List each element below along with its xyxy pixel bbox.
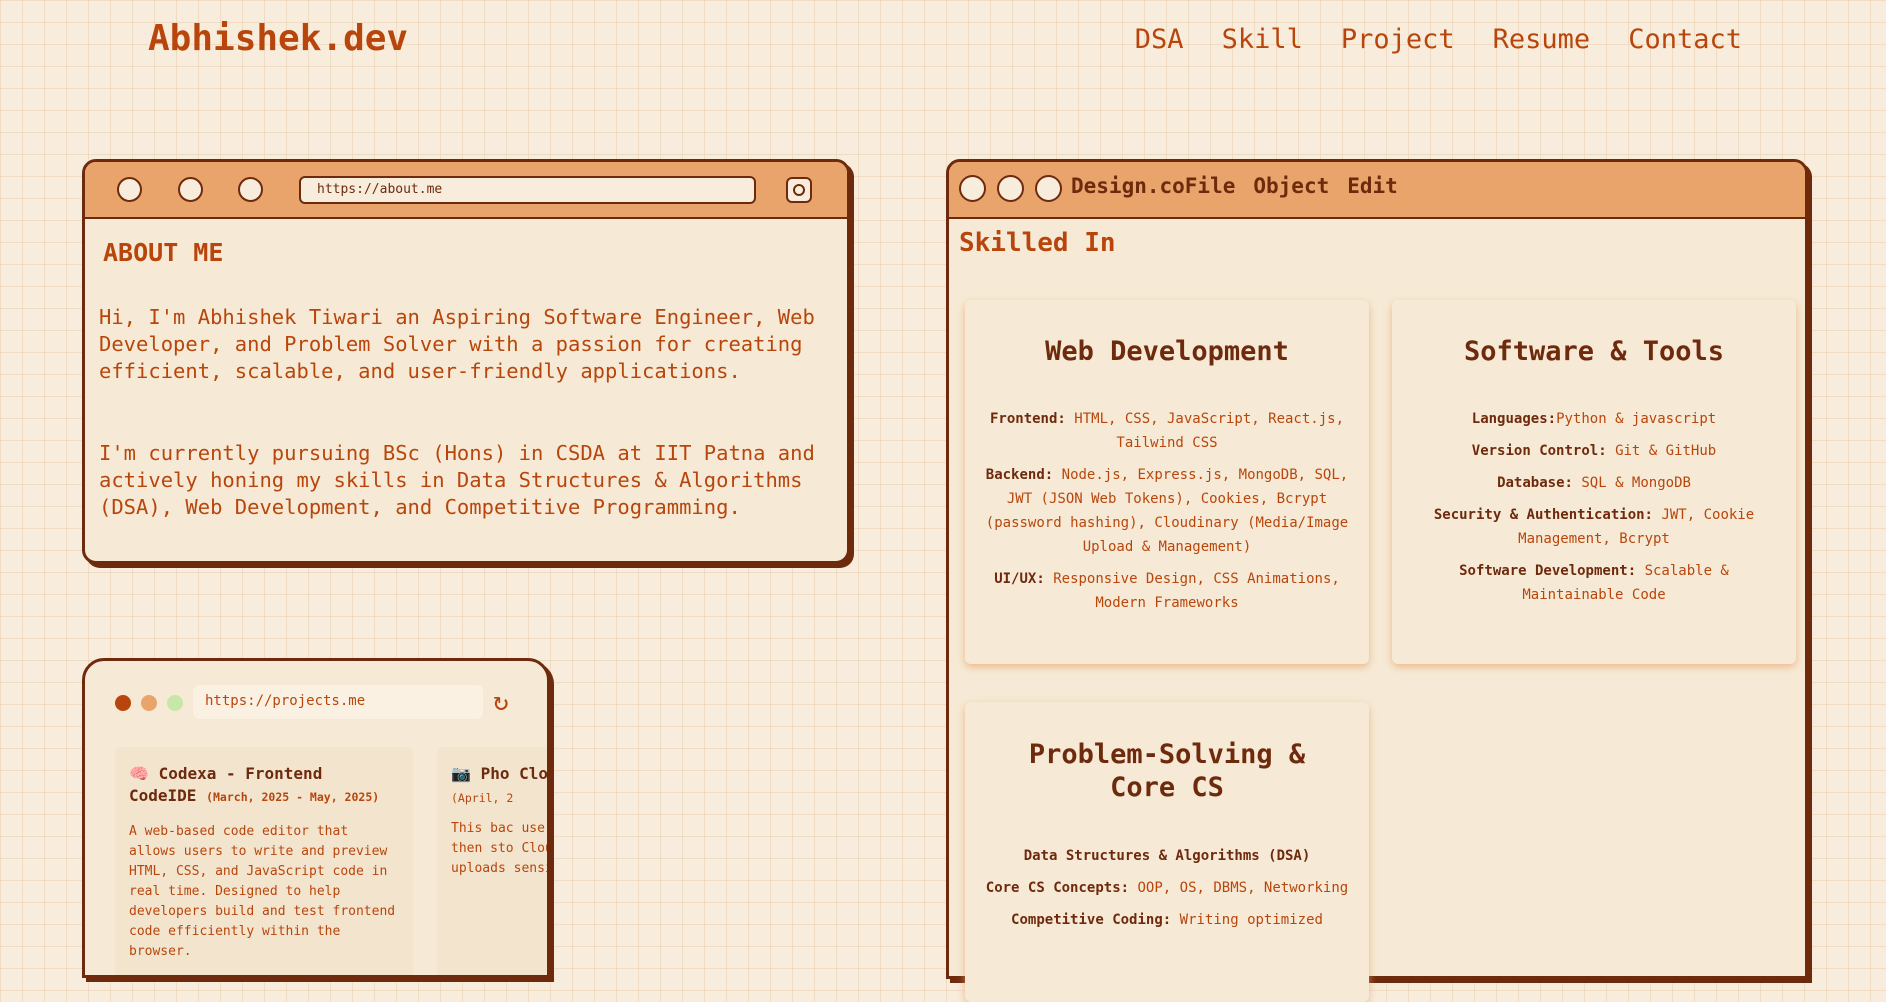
skills-heading: Skilled In [959,228,1116,258]
about-url-bar[interactable]: https://about.me [299,176,756,204]
skill-card-title: Software & Tools [1463,336,1725,367]
window-close-icon[interactable] [115,695,131,711]
app-menu: Design.coFile Object Edit [1071,174,1398,198]
skill-card-web: Web Development Frontend: HTML, CSS, Jav… [965,300,1369,664]
menu-file[interactable]: Design.coFile [1071,174,1235,198]
skill-value: Writing optimized [1179,912,1323,928]
skill-card-cs: Problem-Solving & Core CS Data Structure… [965,702,1369,1002]
menu-edit[interactable]: Edit [1347,174,1398,198]
skill-card-title: Web Development [1045,336,1289,367]
skill-value: HTML, CSS, JavaScript, React.js, Tailwin… [1074,411,1344,451]
skill-label: Core CS Concepts: [985,880,1130,896]
projects-url-bar[interactable]: https://projects.me [193,685,483,719]
brain-icon: 🧠 [129,764,149,783]
about-heading: ABOUT ME [103,238,224,267]
skills-window-titlebar: Design.coFile Object Edit [949,162,1805,219]
project-date: (April, 2 [451,791,514,805]
window-button-icon[interactable] [997,175,1024,202]
about-paragraph-education: I'm currently pursuing BSc (Hons) in CSD… [99,441,815,519]
reload-icon[interactable]: ↻ [493,689,509,715]
projects-window: https://projects.me ↻ 🧠 Codexa - Fronten… [82,658,550,978]
camera-icon[interactable] [786,177,812,203]
skill-label: Frontend: [989,411,1066,427]
camera-icon: 📷 [451,764,471,783]
window-button-icon[interactable] [178,177,203,202]
skill-value: SQL & MongoDB [1581,475,1691,491]
skill-card-title: Problem-Solving & Core CS [1028,739,1306,803]
window-button-icon[interactable] [238,177,263,202]
window-minimize-icon[interactable] [141,695,157,711]
skill-card-tools: Software & Tools Languages:Python & java… [1392,300,1796,664]
menu-object[interactable]: Object [1253,174,1329,198]
project-card[interactable]: 🧠 Codexa - Frontend CodeIDE (March, 2025… [115,747,413,975]
skill-value: Git & GitHub [1615,443,1717,459]
skill-value: Responsive Design, CSS Animations, Moder… [1053,571,1340,611]
window-maximize-icon[interactable] [167,695,183,711]
about-paragraph-intro: Hi, I'm Abhishek Tiwari an Aspiring Soft… [99,305,815,383]
nav-link-project[interactable]: Project [1341,24,1455,55]
skill-label: Version Control: [1471,443,1607,459]
project-card[interactable]: 📷 Pho Cloudi (April, 2 This bac users to… [437,747,550,975]
skill-label: Security & Authentication: [1433,507,1653,523]
nav-link-dsa[interactable]: DSA [1135,24,1184,55]
skill-label: Backend: [985,467,1054,483]
skill-value: OOP, OS, DBMS, Networking [1137,880,1349,896]
skill-label: UI/UX: [994,571,1045,587]
about-window-titlebar: https://about.me [85,162,847,219]
window-button-icon[interactable] [959,175,986,202]
skill-label: Data Structures & Algorithms (DSA) [1023,848,1311,864]
nav-link-resume[interactable]: Resume [1493,24,1591,55]
site-logo[interactable]: Abhishek.dev [148,18,408,59]
window-button-icon[interactable] [117,177,142,202]
skill-label: Software Development: [1459,563,1637,579]
window-button-icon[interactable] [1035,175,1062,202]
skill-label: Database: [1497,475,1573,491]
project-description: A web-based code editor that allows user… [129,824,396,959]
skill-value: Python & javascript [1556,411,1717,427]
about-window: https://about.me ABOUT ME Hi, I'm Abhish… [82,159,850,564]
skill-label: Competitive Coding: [1011,912,1172,928]
skill-label: Languages: [1471,411,1557,427]
nav-link-contact[interactable]: Contact [1628,24,1742,55]
project-date: (March, 2025 - May, 2025) [206,790,380,804]
project-title: Pho Cloudi [480,764,548,783]
main-nav: DSA Skill Project Resume Contact [1135,24,1742,55]
project-description: This bac users to then sto Cloudina uplo… [451,821,550,876]
nav-link-skill[interactable]: Skill [1222,24,1303,55]
skills-window: Design.coFile Object Edit Skilled In Web… [946,159,1808,1002]
